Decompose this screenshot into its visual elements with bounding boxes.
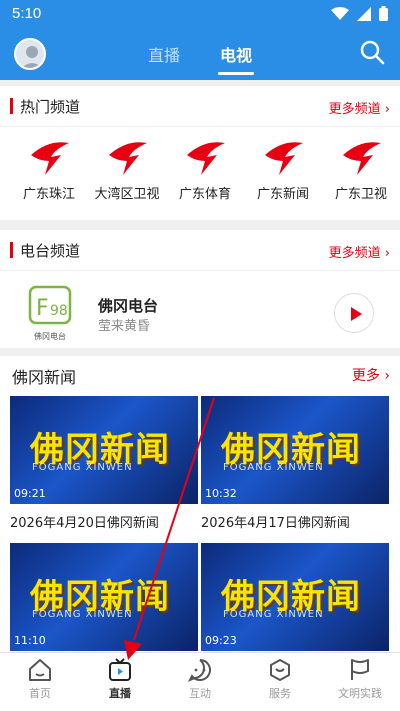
video-duration: 11:10 (14, 634, 46, 647)
tab-tv[interactable]: 电视 (220, 42, 252, 66)
nav-interact[interactable]: 互动 (160, 657, 240, 701)
section-marker (10, 242, 13, 258)
hot-channels-header: 热门频道 更多频道 › (0, 86, 400, 126)
play-button[interactable] (334, 293, 374, 333)
signal-icon (357, 6, 371, 21)
radio-logo-text: 佛冈电台 (34, 332, 66, 341)
nav-live[interactable]: 直播 (80, 657, 160, 701)
active-tab-indicator (218, 72, 254, 75)
hot-channels-section: 热门频道 更多频道 › 广东珠江 大湾区卫视 广东体育 广东新闻 广东卫视 (0, 86, 400, 220)
section-marker (10, 98, 13, 114)
top-header: 5:10 直播 电视 (0, 0, 400, 80)
radio-program: 莹来黄昏 (98, 319, 151, 334)
nav-practice[interactable]: 文明实践 (320, 657, 400, 701)
gdtv-logo-icon (31, 142, 69, 175)
play-icon (351, 307, 362, 321)
channel-item[interactable]: 广东体育 (168, 137, 242, 202)
radio-more-link[interactable]: 更多频道 › (329, 242, 390, 261)
news-thumbnail[interactable]: 佛冈新闻 FOGANG XINWEN 09:23 (201, 543, 389, 651)
news-thumbnail[interactable]: 佛冈新闻 FOGANG XINWEN 11:10 (10, 543, 198, 651)
nav-service[interactable]: 服务 (240, 657, 320, 701)
gdtv-logo-icon (343, 142, 381, 175)
channel-item[interactable]: 广东新闻 (246, 137, 320, 202)
news-caption[interactable]: 2026年4月17日佛冈新闻 (201, 512, 350, 531)
radio-section: 电台频道 更多频道 › F 98 佛冈电台 佛冈电台 莹来黄昏 (0, 230, 400, 348)
home-icon (29, 659, 51, 681)
news-caption[interactable]: 2026年4月20日佛冈新闻 (10, 512, 159, 531)
svg-text:F: F (36, 296, 49, 321)
news-thumbnail[interactable]: 佛冈新闻 FOGANG XINWEN 09:21 (10, 396, 198, 504)
video-duration: 09:21 (14, 487, 46, 500)
channel-item[interactable]: 广东珠江 (12, 137, 86, 202)
bottom-nav: 首页 直播 互动 服务 文明实践 (0, 652, 400, 711)
nav-label: 服务 (269, 687, 291, 700)
channel-item[interactable]: 大湾区卫视 (90, 137, 164, 202)
channel-label: 广东珠江 (22, 187, 75, 202)
radio-logo: F 98 佛冈电台 (28, 285, 72, 341)
user-icon (21, 46, 43, 68)
search-button[interactable] (358, 38, 386, 66)
thumbnail-subtitle: FOGANG XINWEN (223, 609, 324, 620)
chat-icon (187, 659, 211, 682)
fm-logo-icon: F 98 (28, 285, 72, 325)
radio-name: 佛冈电台 (98, 297, 159, 315)
hot-channels-title: 热门频道 (20, 98, 81, 116)
channel-label: 广东卫视 (334, 187, 387, 202)
news-header: 佛冈新闻 更多 › (0, 356, 400, 394)
status-icons (331, 6, 388, 21)
radio-title: 电台频道 (20, 242, 81, 260)
gdtv-logo-icon (109, 142, 147, 175)
news-more-link[interactable]: 更多 › (352, 365, 390, 385)
channel-label: 大湾区卫视 (94, 187, 160, 202)
status-time: 5:10 (12, 5, 42, 22)
thumbnail-subtitle: FOGANG XINWEN (32, 609, 133, 620)
video-duration: 09:23 (205, 634, 237, 647)
avatar[interactable] (14, 38, 46, 70)
hot-channels-more-link[interactable]: 更多频道 › (329, 98, 390, 117)
video-duration: 10:32 (205, 487, 237, 500)
news-section: 佛冈新闻 更多 › 佛冈新闻 FOGANG XINWEN 09:21 2026年… (0, 356, 400, 652)
nav-label: 直播 (109, 687, 131, 700)
channel-label: 广东新闻 (256, 187, 309, 202)
nav-home[interactable]: 首页 (0, 657, 80, 701)
tab-live[interactable]: 直播 (148, 42, 180, 66)
gdtv-logo-icon (265, 142, 303, 175)
wifi-icon (331, 6, 349, 20)
gdtv-logo-icon (187, 142, 225, 175)
thumbnail-subtitle: FOGANG XINWEN (32, 462, 133, 473)
battery-icon (379, 6, 388, 21)
search-icon (360, 40, 385, 65)
tv-play-icon (109, 658, 131, 681)
nav-label: 文明实践 (338, 687, 382, 700)
radio-header: 电台频道 更多频道 › (0, 230, 400, 270)
channel-item[interactable]: 广东卫视 (324, 137, 398, 202)
status-bar: 5:10 (0, 0, 400, 28)
flag-icon (351, 659, 369, 680)
nav-label: 互动 (189, 687, 211, 700)
svg-text:98: 98 (50, 303, 68, 319)
news-thumbnail[interactable]: 佛冈新闻 FOGANG XINWEN 10:32 (201, 396, 389, 504)
channel-list: 广东珠江 大湾区卫视 广东体育 广东新闻 广东卫视 (0, 127, 400, 219)
nav-bar: 直播 电视 (0, 30, 400, 78)
nav-label: 首页 (29, 687, 51, 700)
channel-label: 广东体育 (178, 187, 231, 202)
service-icon (270, 659, 290, 681)
radio-item[interactable]: F 98 佛冈电台 佛冈电台 莹来黄昏 (0, 271, 400, 355)
thumbnail-subtitle: FOGANG XINWEN (223, 462, 324, 473)
news-title: 佛冈新闻 (12, 368, 77, 387)
